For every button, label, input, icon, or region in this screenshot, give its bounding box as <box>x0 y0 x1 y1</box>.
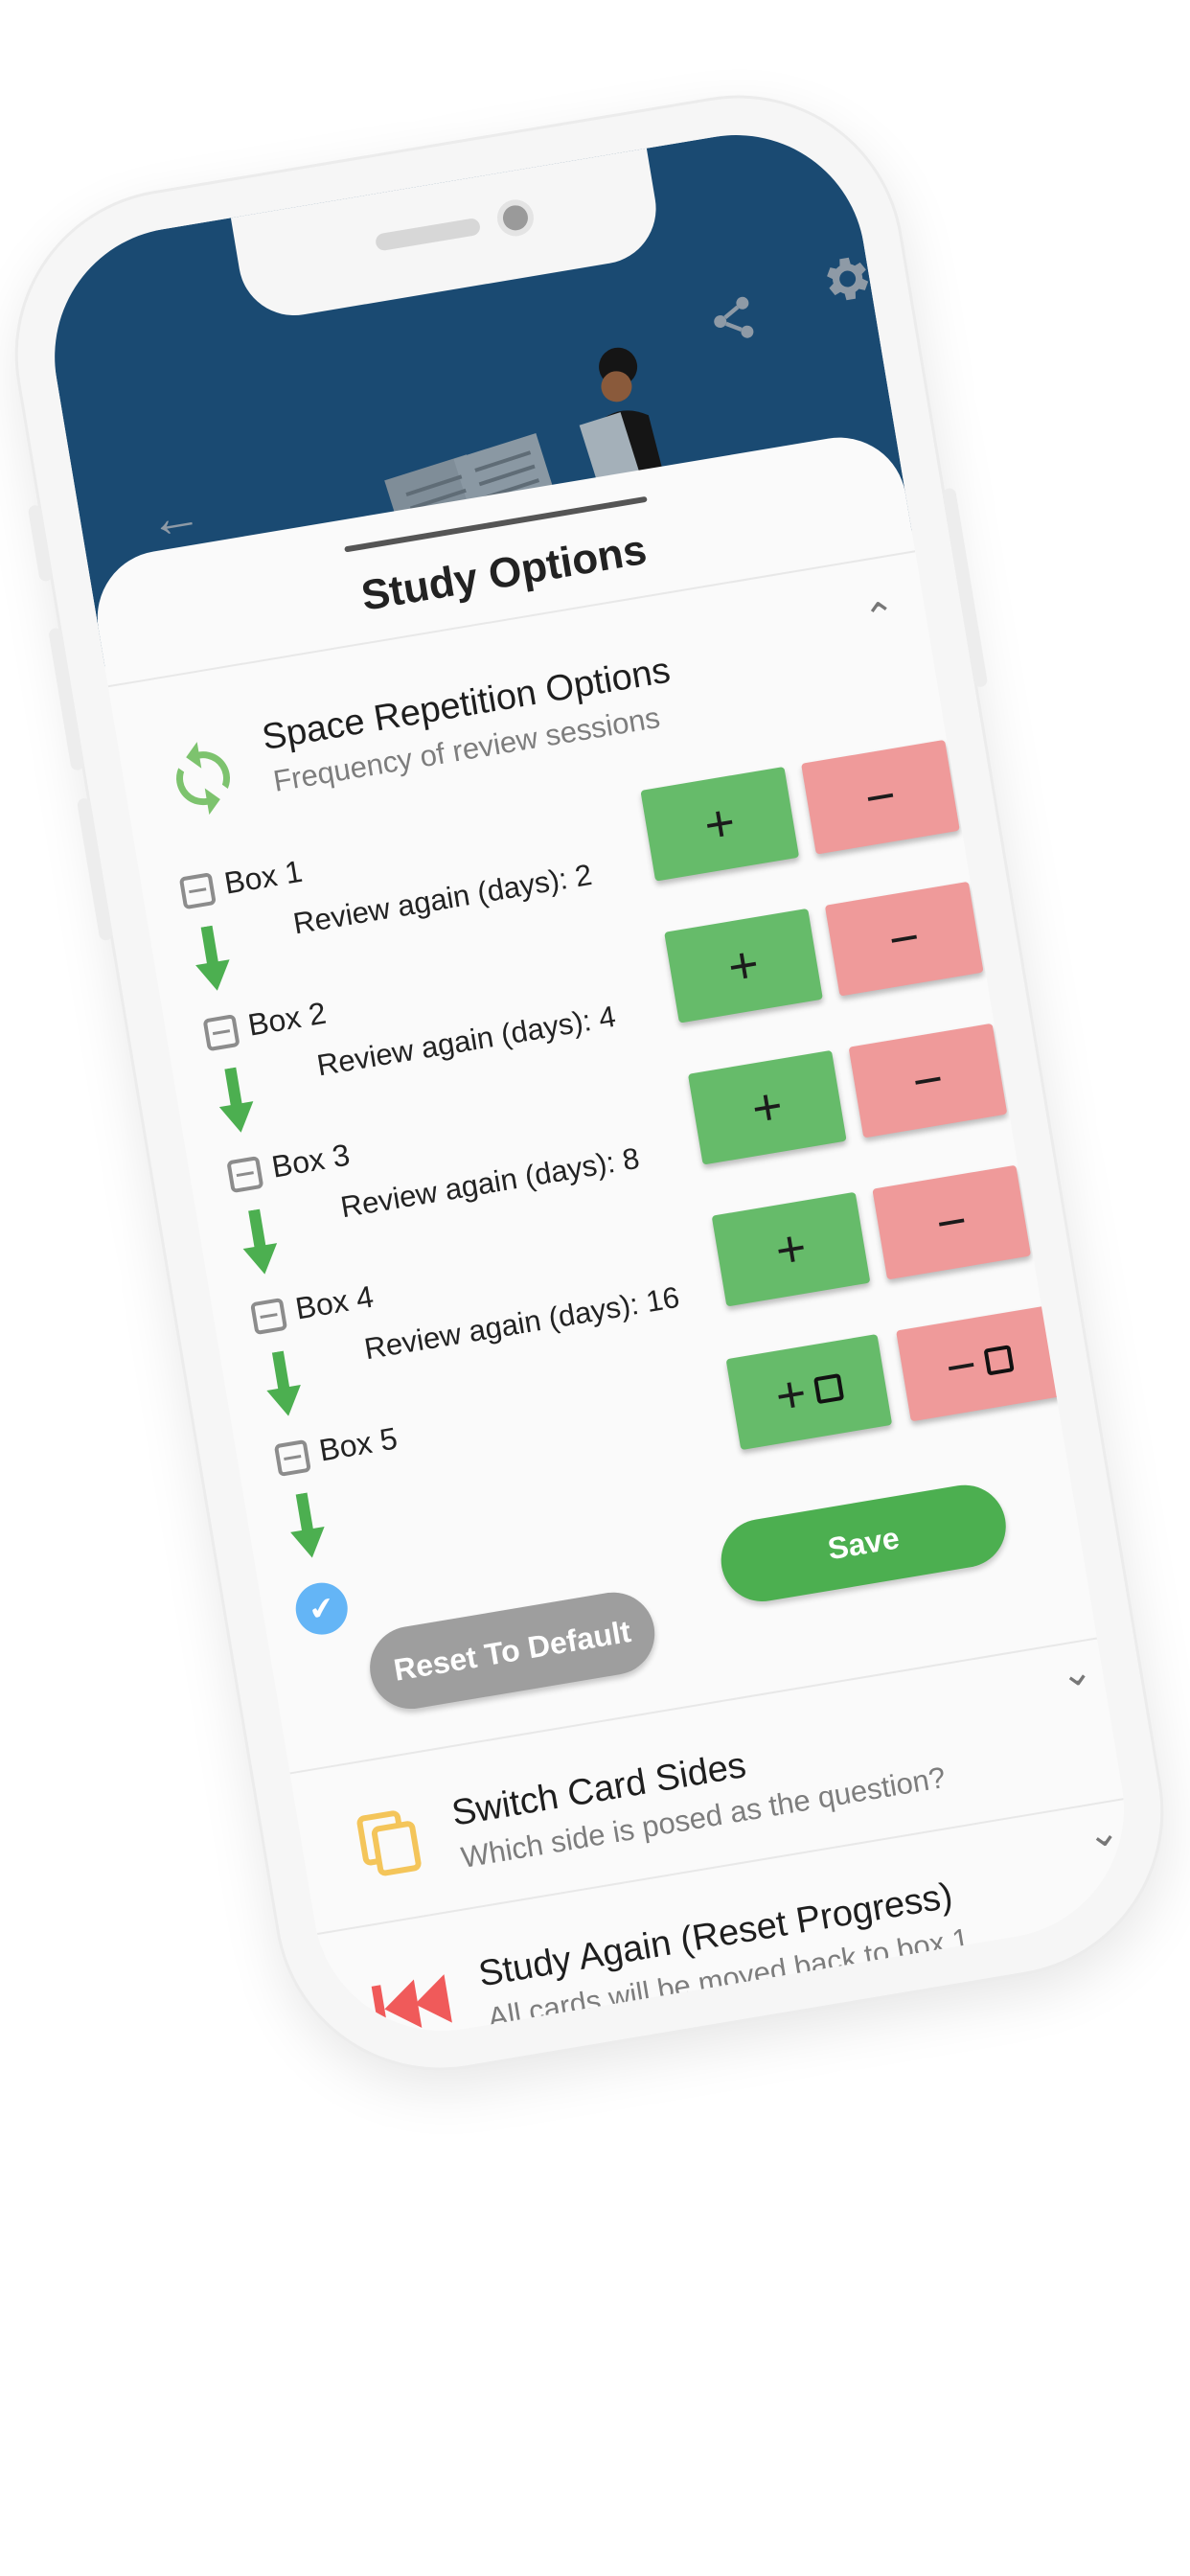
inbox-icon <box>226 1156 264 1194</box>
plus-sign: + <box>771 1364 812 1426</box>
reset-to-default-button[interactable]: Reset To Default <box>363 1586 661 1715</box>
increase-days-button[interactable]: + <box>664 908 823 1024</box>
camera <box>500 203 530 233</box>
chevron-down-icon[interactable]: ⌄ <box>1084 1809 1123 1858</box>
repeat-icon <box>157 732 251 830</box>
share-icon[interactable] <box>704 290 763 356</box>
device-mockup: ← Study Options ⌃ Space Repetition Optio… <box>0 0 1190 2576</box>
decrease-days-button[interactable]: − <box>872 1164 1032 1280</box>
review-days-label: Review again (days): 2 <box>290 857 595 941</box>
box-label: Box 3 <box>268 1137 353 1184</box>
box-label: Box 5 <box>316 1420 400 1468</box>
chevron-up-icon[interactable]: ⌃ <box>860 593 900 642</box>
decrease-days-button[interactable]: − <box>824 881 984 997</box>
review-days-label: Review again (days): 8 <box>338 1140 642 1225</box>
remove-box-button[interactable]: − <box>896 1305 1063 1422</box>
review-days-label: Review again (days): 16 <box>361 1279 682 1367</box>
screen: ← Study Options ⌃ Space Repetition Optio… <box>34 115 1144 2051</box>
box-label: Box 4 <box>292 1278 377 1326</box>
arrow-down-icon <box>266 1350 301 1416</box>
power-button <box>941 487 989 688</box>
inbox-icon <box>178 872 217 910</box>
inbox-icon <box>983 1345 1015 1376</box>
inbox-icon <box>812 1373 844 1405</box>
phone-frame: ← Study Options ⌃ Space Repetition Optio… <box>0 73 1186 2093</box>
inbox-icon <box>273 1438 311 1478</box>
box-label: Box 1 <box>221 853 306 901</box>
increase-days-button[interactable]: + <box>640 766 800 882</box>
box-label: Box 2 <box>245 995 329 1043</box>
minus-sign: − <box>941 1335 981 1398</box>
decrease-days-button[interactable]: − <box>801 739 960 855</box>
back-arrow-icon[interactable]: ← <box>144 482 207 550</box>
copy-icon <box>345 1799 434 1892</box>
arrow-down-icon <box>290 1492 325 1558</box>
review-days-label: Review again (days): 4 <box>314 999 619 1083</box>
save-button[interactable]: Save <box>715 1479 1013 1608</box>
volume-down-button <box>76 796 114 942</box>
speaker <box>374 217 482 252</box>
decrease-days-button[interactable]: − <box>848 1023 1008 1138</box>
rewind-icon <box>366 1958 470 2050</box>
arrow-down-icon <box>195 925 230 991</box>
add-box-button[interactable]: + <box>725 1334 893 1451</box>
gear-icon[interactable] <box>813 247 879 321</box>
inbox-icon <box>250 1297 288 1336</box>
check-circle-icon: ✔ <box>291 1578 352 1639</box>
chevron-down-icon[interactable]: ⌄ <box>1057 1648 1096 1697</box>
inbox-icon <box>202 1014 240 1052</box>
increase-days-button[interactable]: + <box>687 1049 847 1165</box>
arrow-down-icon <box>218 1067 254 1133</box>
increase-days-button[interactable]: + <box>711 1191 871 1307</box>
mute-switch <box>27 504 54 583</box>
arrow-down-icon <box>242 1208 278 1275</box>
volume-up-button <box>48 627 85 771</box>
